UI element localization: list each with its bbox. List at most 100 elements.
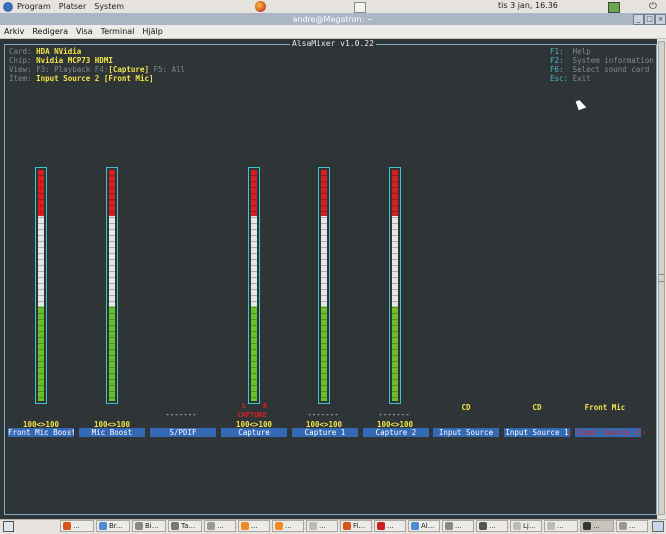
- task-label: ...: [319, 522, 326, 530]
- level-meter[interactable]: [389, 167, 401, 404]
- capture-flag: CAPTURE: [237, 411, 267, 419]
- window-title: andre@Megatron: ~: [292, 14, 374, 24]
- help-line-1: F1: Help: [550, 47, 591, 56]
- task-item[interactable]: ...: [544, 520, 578, 532]
- task-item[interactable]: ...: [374, 520, 406, 532]
- menu-terminal[interactable]: Terminal: [101, 27, 135, 36]
- task-label: ...: [557, 522, 564, 530]
- task-item[interactable]: ...: [272, 520, 304, 532]
- task-item[interactable]: ...: [616, 520, 648, 532]
- input-source-1-value: CD: [532, 403, 542, 412]
- task-item[interactable]: ...: [238, 520, 270, 532]
- task-label: ...: [455, 522, 462, 530]
- view-capture[interactable]: [Capture]: [108, 65, 149, 74]
- task-item[interactable]: Ta...: [168, 520, 202, 532]
- task-item[interactable]: ...: [442, 520, 474, 532]
- card-label: Card:: [9, 47, 32, 56]
- terminal-menubar: Arkiv Redigera Visa Terminal Hjälp: [0, 25, 666, 39]
- control-capture[interactable]: Capture: [221, 428, 287, 437]
- task-item[interactable]: Fi...: [340, 520, 372, 532]
- level-meter[interactable]: [318, 167, 330, 404]
- menu-hjalp[interactable]: Hjälp: [142, 27, 162, 36]
- firefox-launcher-icon[interactable]: [255, 1, 266, 12]
- text-editor-launcher-icon[interactable]: [354, 2, 366, 13]
- power-icon[interactable]: ⏻: [649, 1, 657, 12]
- task-label: ...: [217, 522, 224, 530]
- capture-right-indicator: R: [263, 402, 268, 410]
- close-button[interactable]: ×: [655, 14, 666, 25]
- window-icon: [445, 522, 453, 530]
- control-front-mic-boost[interactable]: Front Mic Boost: [8, 428, 74, 437]
- card-line: Card: HDA NVidia: [9, 47, 81, 56]
- capture-left-indicator: L: [242, 402, 247, 410]
- browser-icon: [99, 522, 107, 530]
- workspace-switcher[interactable]: [652, 521, 664, 532]
- minimize-button[interactable]: _: [633, 14, 644, 25]
- task-item[interactable]: Bi...: [132, 520, 166, 532]
- level-meter[interactable]: [248, 167, 260, 404]
- meter-fill: [38, 170, 44, 401]
- task-label: ...: [251, 522, 258, 530]
- control-input-source-2-selected[interactable]: Input Source 2: [575, 428, 641, 437]
- window-icon: [411, 522, 419, 530]
- capture2-switch: -------: [378, 410, 410, 419]
- control-input-source[interactable]: Input Source: [433, 428, 499, 437]
- task-item[interactable]: ...: [204, 520, 236, 532]
- task-item[interactable]: Al...: [408, 520, 440, 532]
- menu-visa[interactable]: Visa: [76, 27, 93, 36]
- task-item[interactable]: ...: [476, 520, 508, 532]
- task-item[interactable]: Lj...: [510, 520, 542, 532]
- view-label: View:: [9, 65, 32, 74]
- image-icon: [135, 522, 143, 530]
- chip-value: Nvidia MCP73 HDMI: [36, 56, 113, 65]
- menu-arkiv[interactable]: Arkiv: [4, 27, 24, 36]
- generic-icon: [513, 522, 521, 530]
- help-key: F6:: [550, 65, 564, 74]
- panel-menu-platser[interactable]: Platser: [59, 2, 86, 11]
- item-line: Item: Input Source 2 [Front Mic]: [9, 74, 154, 83]
- card-value: HDA NVidia: [36, 47, 82, 56]
- level-meter[interactable]: [106, 167, 118, 404]
- vlc-icon: [241, 522, 249, 530]
- view-all[interactable]: F5: All: [154, 65, 186, 74]
- terminal-icon: [583, 522, 591, 530]
- tray-icon[interactable]: [608, 2, 620, 13]
- mixer-frame-right: [656, 44, 657, 514]
- task-label: ...: [489, 522, 496, 530]
- window-titlebar[interactable]: andre@Megatron: ~: [0, 13, 666, 25]
- control-spdif[interactable]: S/PDIF: [150, 428, 216, 437]
- level-meter[interactable]: [35, 167, 47, 404]
- task-label: Al...: [421, 522, 435, 530]
- control-capture-2[interactable]: Capture 2: [363, 428, 429, 437]
- task-label: ...: [387, 522, 394, 530]
- show-desktop-icon[interactable]: [3, 521, 14, 532]
- task-item[interactable]: ...: [306, 520, 338, 532]
- chip-label: Chip:: [9, 56, 32, 65]
- task-item-terminal-active[interactable]: ...: [580, 520, 614, 532]
- help-key: F1:: [550, 47, 564, 56]
- help-text: Exit: [572, 74, 591, 83]
- gnome-foot-icon[interactable]: [3, 1, 13, 12]
- scrollbar-grip: [659, 274, 664, 282]
- task-item[interactable]: ...: [60, 520, 94, 532]
- control-mic-boost[interactable]: Mic Boost: [79, 428, 145, 437]
- mixer-title: AlsaMixer v1.0.22: [290, 39, 376, 48]
- generic-icon: [309, 522, 317, 530]
- task-item[interactable]: Br...: [96, 520, 130, 532]
- menu-redigera[interactable]: Redigera: [32, 27, 68, 36]
- panel-menu-system[interactable]: System: [94, 2, 124, 11]
- meter-fill: [109, 170, 115, 401]
- control-capture-1[interactable]: Capture 1: [292, 428, 358, 437]
- help-line-3: F6: Select sound card: [550, 65, 649, 74]
- meter-fill: [392, 170, 398, 401]
- headphones-icon: [479, 522, 487, 530]
- capture1-switch: -------: [307, 410, 339, 419]
- control-input-source-1[interactable]: Input Source 1: [504, 428, 570, 437]
- generic-icon: [619, 522, 627, 530]
- generic-icon: [547, 522, 555, 530]
- panel-menu-program[interactable]: Program: [17, 2, 51, 11]
- view-playback[interactable]: F3: Playback: [36, 65, 90, 74]
- task-label: Bi...: [145, 522, 159, 530]
- clock[interactable]: tis 3 jan, 16.36: [498, 1, 558, 10]
- maximize-button[interactable]: □: [644, 14, 655, 25]
